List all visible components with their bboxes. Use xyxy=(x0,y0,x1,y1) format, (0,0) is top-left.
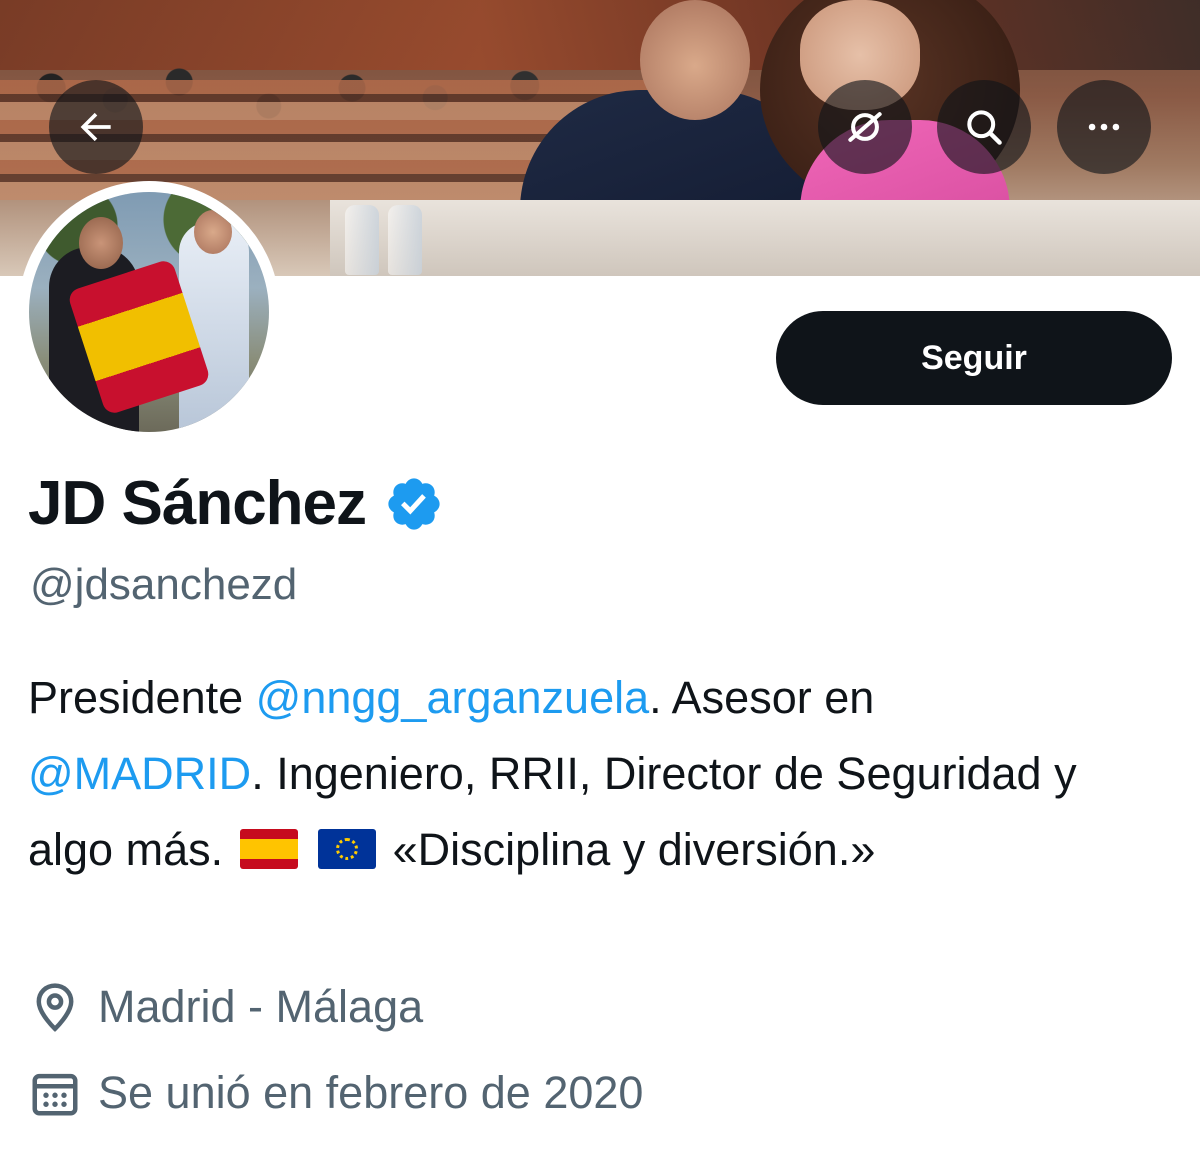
bio-text: «Disciplina y diversión.» xyxy=(380,824,876,875)
banner-bottle xyxy=(388,205,422,275)
profile-bio: Presidente @nngg_arganzuela. Asesor en @… xyxy=(28,660,1168,888)
grok-button[interactable] xyxy=(818,80,912,174)
spain-flag-icon xyxy=(239,829,298,869)
follow-button[interactable]: Seguir xyxy=(776,311,1172,405)
location-text: Madrid - Málaga xyxy=(98,981,424,1032)
calendar-icon xyxy=(32,1073,78,1116)
banner-desk xyxy=(330,200,1200,276)
profile-handle: @jdsanchezd xyxy=(30,560,298,609)
bio-text: . Asesor en xyxy=(649,672,875,723)
avatar-soldier-head xyxy=(194,210,232,254)
search-icon xyxy=(967,110,1002,145)
eu-flag-icon xyxy=(318,829,377,869)
banner-bottle xyxy=(345,205,379,275)
verified-badge-icon[interactable] xyxy=(384,474,444,534)
more-horizontal-icon xyxy=(1088,123,1120,131)
grok-icon xyxy=(848,112,882,142)
avatar-person-head xyxy=(79,217,123,269)
profile-avatar[interactable] xyxy=(18,181,280,443)
joined-date-text: Se unió en febrero de 2020 xyxy=(98,1067,644,1118)
arrow-left-icon xyxy=(80,112,111,142)
location-pin-icon xyxy=(36,983,74,1032)
avatar-image xyxy=(29,192,269,432)
back-button[interactable] xyxy=(49,80,143,174)
profile-joined: Se unió en febrero de 2020 xyxy=(28,1066,643,1120)
more-button[interactable] xyxy=(1057,80,1151,174)
bio-mention-link[interactable]: @nngg_arganzuela xyxy=(256,672,650,723)
search-button[interactable] xyxy=(937,80,1031,174)
bio-text: Presidente xyxy=(28,672,256,723)
banner-person-head xyxy=(640,0,750,120)
bio-mention-link[interactable]: @MADRID xyxy=(28,748,251,799)
profile-location: Madrid - Málaga xyxy=(28,980,423,1034)
profile-name-row: JD Sánchez xyxy=(28,468,444,539)
display-name: JD Sánchez xyxy=(28,469,367,538)
